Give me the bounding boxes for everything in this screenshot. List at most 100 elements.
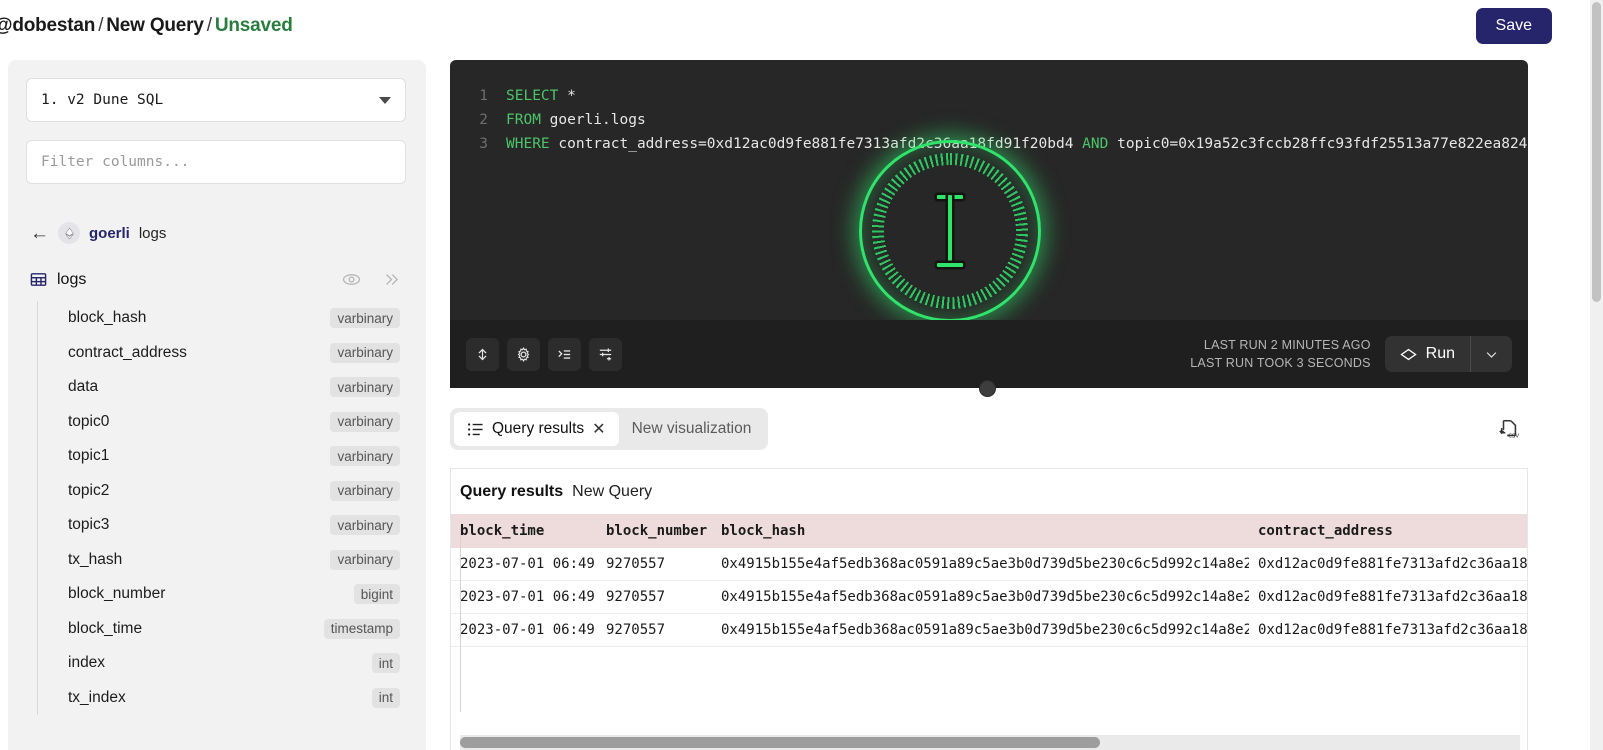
column-item[interactable]: tx_hash varbinary [38,543,408,578]
results-header-row: block_time block_number block_hash contract… [451,514,1527,548]
results-query-name: New Query [572,483,653,500]
column-item[interactable]: topic3 varbinary [38,508,408,543]
diamond-icon [1399,348,1417,360]
line-text: FROM goerli.logs [506,112,646,128]
line-text: SELECT * [506,88,576,104]
editor-toolbar: LAST RUN 2 MINUTES AGO LAST RUN TOOK 3 S… [450,320,1528,388]
breadcrumb-separator-2: / [206,15,212,36]
run-button-label: Run [1425,345,1455,362]
table-cell: 2023-07-01 06:49 [451,580,597,614]
run-button-group: Run [1384,336,1512,372]
save-button[interactable]: Save [1475,8,1552,44]
column-item[interactable]: tx_index int [38,681,408,716]
column-item[interactable]: topic2 varbinary [38,474,408,509]
column-name: block_time [68,619,143,637]
results-horizontal-scrollbar[interactable] [460,735,1520,750]
dataset-select[interactable]: 1. v2 Dune SQL [26,78,406,122]
dataset-select-label: 1. v2 Dune SQL [41,92,164,108]
table-cell: 9270557 [597,580,712,614]
results-column-header[interactable]: contract_address [1249,514,1527,548]
table-cell: 0x4915b155e4af5edb368ac0591a89c5ae3b0d73… [712,548,1249,581]
breadcrumb-user[interactable]: @dobestan [0,15,95,36]
sql-code[interactable]: 1 SELECT * 2 FROM goerli.logs 3 WHERE contrac… [450,60,1528,156]
filter-columns-input[interactable] [41,154,391,170]
column-type-badge: varbinary [330,446,400,467]
column-type-badge: timestamp [323,618,400,639]
column-name: tx_index [68,688,126,706]
last-run-duration: LAST RUN TOOK 3 SECONDS [1190,356,1371,370]
table-cell: 2023-07-01 06:49 [451,548,597,581]
column-type-badge: int [371,687,400,708]
column-item[interactable]: data varbinary [38,370,408,405]
list-icon [467,422,483,436]
schema-breadcrumb-chain[interactable]: goerli [89,225,130,242]
column-item[interactable]: index int [38,646,408,681]
results-column-header[interactable]: block_number [597,514,712,548]
run-metadata: LAST RUN 2 MINUTES AGO LAST RUN TOOK 3 S… [1190,336,1370,372]
column-type-badge: varbinary [330,308,400,329]
tab-new-visualization-label: New visualization [631,420,752,437]
column-name: topic3 [68,516,110,534]
results-column-header[interactable]: block_hash [712,514,1249,548]
schema-breadcrumb: ← goerli logs [26,222,408,244]
breadcrumb-query-name[interactable]: New Query [106,15,204,36]
column-type-badge: bigint [353,584,400,605]
code-line: 1 SELECT * [450,84,1528,108]
schema-table-row[interactable]: logs [26,270,408,289]
table-cell: 9270557 [597,548,712,581]
filter-columns-field[interactable] [26,140,406,184]
column-item[interactable]: topic1 varbinary [38,439,408,474]
panel-resize-handle[interactable] [979,380,996,397]
back-arrow-icon[interactable]: ← [30,224,49,243]
run-button[interactable]: Run [1385,336,1470,372]
column-type-badge: varbinary [330,411,400,432]
results-title-label: Query results [460,483,564,500]
results-column-header[interactable]: block_time [451,514,597,548]
column-item[interactable]: block_time timestamp [38,612,408,647]
column-name: data [68,378,99,396]
collapse-expand-icon[interactable] [466,337,499,371]
close-icon[interactable]: ✕ [592,419,605,439]
column-name: topic1 [68,447,110,465]
table-row: 2023-07-01 06:49 9270557 0x4915b155e4af5ed… [451,548,1527,581]
table-cell: 0xd12ac0d9fe881fe7313afd2c36aa18fd9 [1249,613,1527,647]
table-cell: 2023-07-01 06:49 [451,613,597,647]
column-item[interactable]: contract_address varbinary [38,336,408,371]
settings-sliders-icon[interactable] [589,337,622,371]
page-scrollbar[interactable] [1590,0,1603,750]
chevrons-right-icon[interactable] [383,271,400,288]
svg-text:CSV: CSV [1508,433,1519,439]
table-cell: 9270557 [597,613,712,647]
table-cell: 0xd12ac0d9fe881fe7313afd2c36aa18fd9 [1249,580,1527,614]
column-name: index [68,654,106,672]
tab-query-results[interactable]: Query results ✕ [454,412,619,446]
format-sql-icon[interactable] [548,337,581,371]
column-name: tx_hash [68,550,123,568]
tab-query-results-label: Query results [492,420,585,437]
schema-breadcrumb-table[interactable]: logs [139,225,167,242]
download-csv-icon[interactable]: CSV [1498,418,1528,440]
results-panel: Query results New Query block_time block_… [450,468,1528,750]
column-item[interactable]: block_hash varbinary [38,301,408,336]
column-item[interactable]: block_number bigint [38,577,408,612]
table-row: 2023-07-01 06:49 9270557 0x4915b155e4af5ed… [451,580,1527,614]
column-type-badge: varbinary [330,342,400,363]
top-bar: @dobestan / New Query / Unsaved Save [0,0,1568,52]
editor-tool-buttons [466,337,622,371]
column-item[interactable]: topic0 varbinary [38,405,408,440]
column-name: block_number [68,585,166,603]
table-row: 2023-07-01 06:49 9270557 0x4915b155e4af5ed… [451,613,1527,647]
tab-new-visualization[interactable]: New visualization [619,412,765,446]
result-tabs-row: Query results ✕ New visualization CSV [450,408,1528,450]
page-scrollbar-thumb[interactable] [1592,2,1601,302]
results-header: Query results New Query [451,469,1527,514]
run-options-button[interactable] [1471,336,1512,372]
results-scrollbar-thumb[interactable] [460,737,1100,748]
breadcrumb-status: Unsaved [214,15,293,36]
gear-icon[interactable] [507,337,540,371]
schema-sidebar: 1. v2 Dune SQL ← goerli logs logs [8,60,426,750]
column-name: topic0 [68,412,110,430]
chevron-down-icon [379,96,391,104]
column-name: topic2 [68,481,110,499]
eye-icon[interactable] [342,270,361,289]
